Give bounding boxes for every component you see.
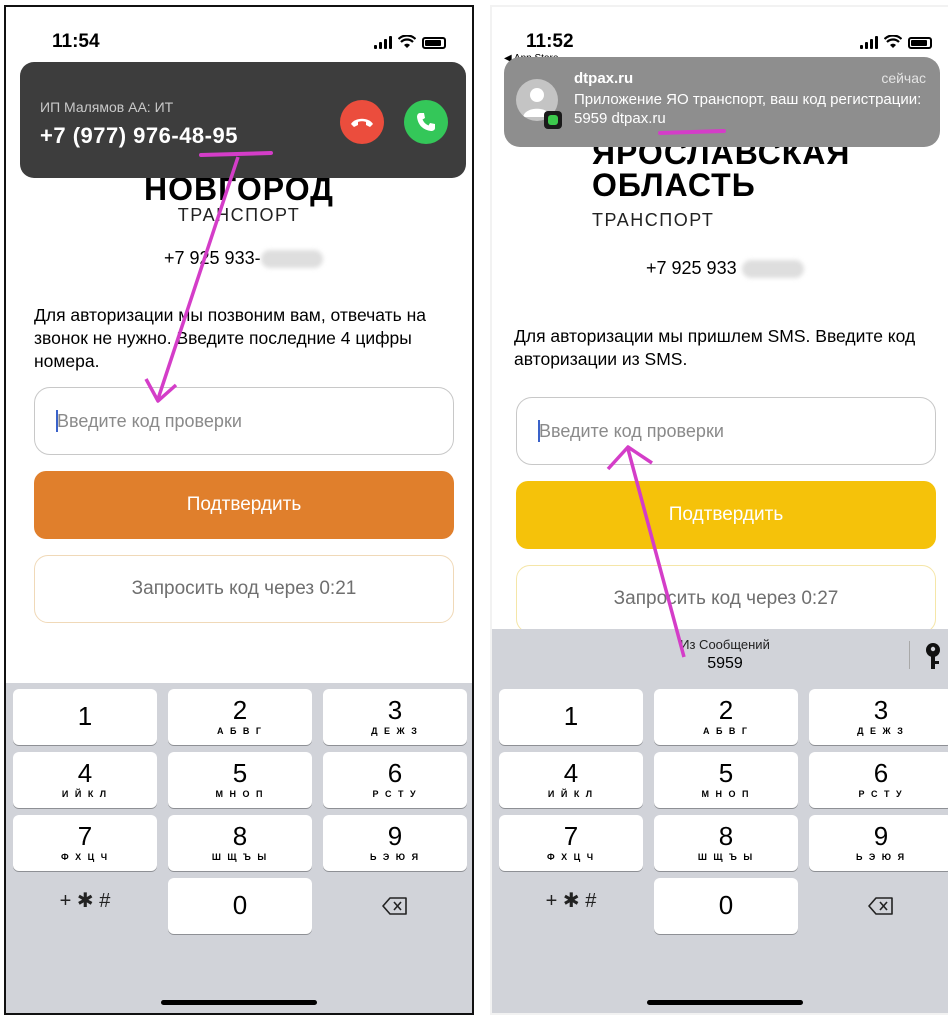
text-cursor <box>56 410 58 432</box>
key-1[interactable]: 1 <box>13 689 157 745</box>
home-indicator <box>161 1000 317 1005</box>
autofill-suggestion[interactable]: Из Сообщений 5959 <box>492 629 948 683</box>
sms-sender: dtpax.ru <box>574 70 634 87</box>
phone-number: +7 925 933 <box>646 258 804 279</box>
key-6[interactable]: 6Р С Т У <box>809 752 948 808</box>
incoming-call-banner[interactable]: ИП Малямов АА: ИТ +7 (977) 976-48-95 <box>20 62 466 178</box>
backspace-key[interactable] <box>323 878 467 934</box>
status-icons <box>860 35 932 49</box>
key-4[interactable]: 4И Й К Л <box>13 752 157 808</box>
phone-number: +7 925 933- <box>164 248 323 269</box>
key-icon[interactable] <box>920 641 946 671</box>
confirm-button[interactable]: Подтвердить <box>516 481 936 549</box>
key-9[interactable]: 9Ь Э Ю Я <box>323 815 467 871</box>
decline-call-button[interactable] <box>340 100 384 144</box>
brand-subtitle: ТРАНСПОРТ <box>592 210 715 230</box>
code-input[interactable] <box>516 397 936 465</box>
suggestion-divider <box>909 641 910 669</box>
auth-description: Для авторизации мы позвоним вам, отвечат… <box>34 305 427 371</box>
status-time: 11:52 <box>526 31 574 52</box>
messages-app-icon <box>544 111 562 129</box>
backspace-icon <box>868 897 893 915</box>
home-indicator <box>647 1000 803 1005</box>
battery-icon <box>908 37 932 49</box>
key-8[interactable]: 8Ш Щ Ъ Ы <box>168 815 312 871</box>
wifi-icon <box>398 35 416 48</box>
key-0[interactable]: 0 <box>168 878 312 934</box>
redacted-digits <box>260 250 323 269</box>
battery-icon <box>422 37 446 49</box>
key-4[interactable]: 4И Й К Л <box>499 752 643 808</box>
signal-icon <box>374 36 392 49</box>
brand-subtitle: ТРАНСПОРТ <box>177 205 301 225</box>
sms-notification-banner[interactable]: dtpax.ru сейчас Приложение ЯО транспорт,… <box>504 57 940 147</box>
brand-region-line2: ОБЛАСТЬ <box>592 167 756 203</box>
suggestion-code: 5959 <box>707 655 743 672</box>
phone-number-text: +7 925 933- <box>164 248 261 268</box>
key-1[interactable]: 1 <box>499 689 643 745</box>
sms-body: Приложение ЯО транспорт, ваш код регистр… <box>574 91 922 127</box>
auth-description: Для авторизации мы пришлем SMS. Введите … <box>514 326 916 369</box>
text-cursor <box>538 420 540 442</box>
left-phone-screen: 11:54 НОВГОРОД ТРАНСПОРТ +7 925 933- Для… <box>4 5 474 1015</box>
phone-icon <box>417 113 435 131</box>
key-8[interactable]: 8Ш Щ Ъ Ы <box>654 815 798 871</box>
key-2[interactable]: 2А Б В Г <box>168 689 312 745</box>
numeric-keypad: Из Сообщений 5959 1 2А Б В Г 3Д Е Ж З 4И… <box>492 629 948 1013</box>
wifi-icon <box>884 35 902 48</box>
resend-code-button[interactable]: Запросить код через 0:27 <box>516 565 936 633</box>
sms-time: сейчас <box>881 70 926 86</box>
key-3[interactable]: 3Д Е Ж З <box>323 689 467 745</box>
suggestion-source: Из Сообщений <box>680 637 770 652</box>
code-input[interactable] <box>34 387 454 455</box>
caller-number: +7 (977) 976-48-95 <box>40 123 238 148</box>
status-time: 11:54 <box>52 31 100 52</box>
key-9[interactable]: 9Ь Э Ю Я <box>809 815 948 871</box>
accept-call-button[interactable] <box>404 100 448 144</box>
backspace-icon <box>382 897 407 915</box>
symbols-key[interactable]: + ✱ # <box>13 873 157 929</box>
key-7[interactable]: 7Ф Х Ц Ч <box>13 815 157 871</box>
confirm-button[interactable]: Подтвердить <box>34 471 454 539</box>
key-7[interactable]: 7Ф Х Ц Ч <box>499 815 643 871</box>
caller-name: ИП Малямов АА: ИТ <box>40 99 174 115</box>
hang-up-icon <box>351 118 373 127</box>
numeric-keypad: 1 2А Б В Г 3Д Е Ж З 4И Й К Л 5М Н О П 6Р… <box>6 683 472 1013</box>
redacted-digits <box>741 260 804 279</box>
status-icons <box>374 35 446 49</box>
right-phone-screen: 11:52 ◀ App Store ЯРОСЛАВСКАЯ ОБЛАСТЬ ТР… <box>490 5 948 1015</box>
key-5[interactable]: 5М Н О П <box>654 752 798 808</box>
signal-icon <box>860 36 878 49</box>
key-3[interactable]: 3Д Е Ж З <box>809 689 948 745</box>
key-0[interactable]: 0 <box>654 878 798 934</box>
backspace-key[interactable] <box>809 878 948 934</box>
key-6[interactable]: 6Р С Т У <box>323 752 467 808</box>
key-5[interactable]: 5М Н О П <box>168 752 312 808</box>
resend-code-button[interactable]: Запросить код через 0:21 <box>34 555 454 623</box>
key-2[interactable]: 2А Б В Г <box>654 689 798 745</box>
symbols-key[interactable]: + ✱ # <box>499 873 643 929</box>
phone-number-text: +7 925 933 <box>646 258 737 278</box>
